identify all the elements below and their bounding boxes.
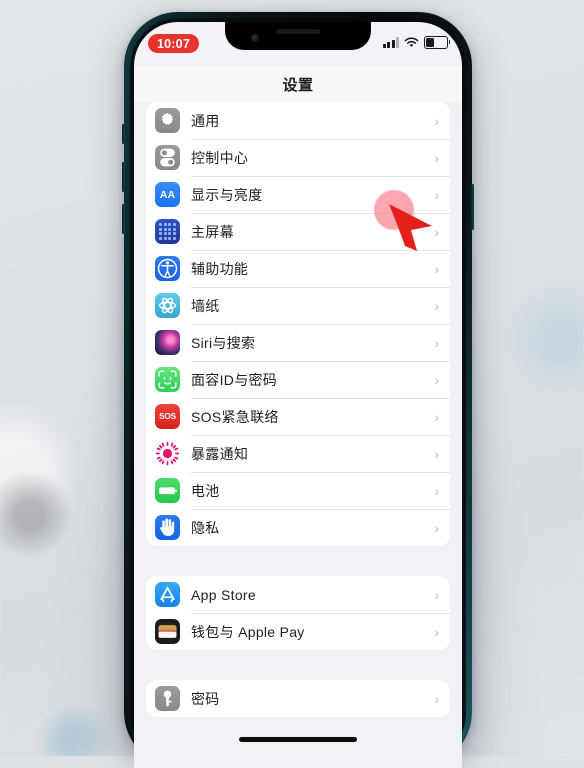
list-item-wallet-apple-pay[interactable]: 钱包与 Apple Pay › xyxy=(146,613,450,650)
battery-icon xyxy=(424,36,451,49)
chevron-right-icon: › xyxy=(434,690,439,707)
page-title: 设置 xyxy=(282,76,314,94)
list-item-battery[interactable]: 电池 › xyxy=(146,472,450,509)
list-item-display-brightness[interactable]: AA 显示与亮度 › xyxy=(146,176,450,213)
earpiece-speaker xyxy=(276,29,320,34)
nav-bar: 设置 xyxy=(134,66,462,102)
status-bar: 10:07 xyxy=(134,22,462,66)
list-item-label: 主屏幕 xyxy=(191,223,234,240)
chevron-right-icon: › xyxy=(434,623,439,640)
exposure-notification-icon xyxy=(155,441,180,466)
accessibility-icon xyxy=(155,256,180,281)
list-item-label: 辅助功能 xyxy=(191,260,249,277)
settings-list[interactable]: 通用 › 控制中心 › AA 显示与亮度 › 主屏幕 › 辅助功能 › 墙纸 ›… xyxy=(134,102,462,768)
list-item-home-screen[interactable]: 主屏幕 › xyxy=(146,213,450,250)
mute-switch[interactable] xyxy=(122,124,125,144)
display-brightness-icon: AA xyxy=(155,182,180,207)
privacy-hand-icon xyxy=(155,515,180,540)
battery-settings-icon xyxy=(155,478,180,503)
wifi-icon xyxy=(404,37,419,47)
siri-icon xyxy=(155,330,180,355)
list-item-label: Siri与搜索 xyxy=(191,334,256,351)
list-item-label: App Store xyxy=(191,586,256,603)
chevron-right-icon: › xyxy=(434,260,439,277)
chevron-right-icon: › xyxy=(434,371,439,388)
home-indicator-bar xyxy=(239,737,357,742)
power-button[interactable] xyxy=(471,184,474,230)
status-time: 10:07 xyxy=(148,34,199,54)
volume-down-button[interactable] xyxy=(122,204,125,234)
list-item-label: 通用 xyxy=(191,112,220,129)
settings-group-system: 通用 › 控制中心 › AA 显示与亮度 › 主屏幕 › 辅助功能 › 墙纸 ›… xyxy=(146,102,450,546)
list-item-label: 墙纸 xyxy=(191,297,220,314)
chevron-right-icon: › xyxy=(434,334,439,351)
list-item-label: 钱包与 Apple Pay xyxy=(191,623,305,640)
control-center-icon xyxy=(155,145,180,170)
chevron-right-icon: › xyxy=(434,482,439,499)
cellular-bars-icon xyxy=(383,37,399,48)
settings-group-passwords: 密码 › xyxy=(146,680,450,717)
chevron-right-icon: › xyxy=(434,445,439,462)
list-item-label: 密码 xyxy=(191,690,220,707)
list-item-control-center[interactable]: 控制中心 › xyxy=(146,139,450,176)
chevron-right-icon: › xyxy=(434,149,439,166)
list-item-label: 显示与亮度 xyxy=(191,186,263,203)
settings-group-store: App Store › 钱包与 Apple Pay › xyxy=(146,576,450,650)
list-item-label: 隐私 xyxy=(191,519,220,536)
chevron-right-icon: › xyxy=(434,586,439,603)
list-item-siri-search[interactable]: Siri与搜索 › xyxy=(146,324,450,361)
iphone-device: 10:07 设置 通用 › 控制中心 › AA 显示与亮度 › 主屏幕 › 辅助… xyxy=(122,12,474,768)
list-item-label: 面容ID与密码 xyxy=(191,371,278,388)
list-item-wallpaper[interactable]: 墙纸 › xyxy=(146,287,450,324)
phone-screen: 10:07 设置 通用 › 控制中心 › AA 显示与亮度 › 主屏幕 › 辅助… xyxy=(134,22,462,768)
chevron-right-icon: › xyxy=(434,186,439,203)
list-item-app-store[interactable]: App Store › xyxy=(146,576,450,613)
list-item-label: 控制中心 xyxy=(191,149,249,166)
status-indicators xyxy=(383,36,451,49)
chevron-right-icon: › xyxy=(434,297,439,314)
chevron-right-icon: › xyxy=(434,519,439,536)
wallet-icon xyxy=(155,619,180,644)
list-item-sos[interactable]: SOS SOS紧急联络 › xyxy=(146,398,450,435)
front-camera-icon xyxy=(251,34,260,43)
face-id-icon xyxy=(155,367,180,392)
list-item-face-id[interactable]: 面容ID与密码 › xyxy=(146,361,450,398)
chevron-right-icon: › xyxy=(434,112,439,129)
list-item-general[interactable]: 通用 › xyxy=(146,102,450,139)
list-item-label: SOS紧急联络 xyxy=(191,408,279,425)
list-item-label: 电池 xyxy=(191,482,220,499)
wallpaper-icon xyxy=(155,293,180,318)
volume-up-button[interactable] xyxy=(122,162,125,192)
list-item-passwords[interactable]: 密码 › xyxy=(146,680,450,717)
chevron-right-icon: › xyxy=(434,223,439,240)
notch xyxy=(225,22,371,50)
list-item-exposure-notifications[interactable]: 暴露通知 › xyxy=(146,435,450,472)
list-item-privacy[interactable]: 隐私 › xyxy=(146,509,450,546)
list-item-label: 暴露通知 xyxy=(191,445,249,462)
list-item-accessibility[interactable]: 辅助功能 › xyxy=(146,250,450,287)
home-screen-icon xyxy=(155,219,180,244)
passwords-key-icon xyxy=(155,686,180,711)
sos-icon: SOS xyxy=(155,404,180,429)
chevron-right-icon: › xyxy=(434,408,439,425)
gear-icon xyxy=(155,108,180,133)
app-store-icon xyxy=(155,582,180,607)
